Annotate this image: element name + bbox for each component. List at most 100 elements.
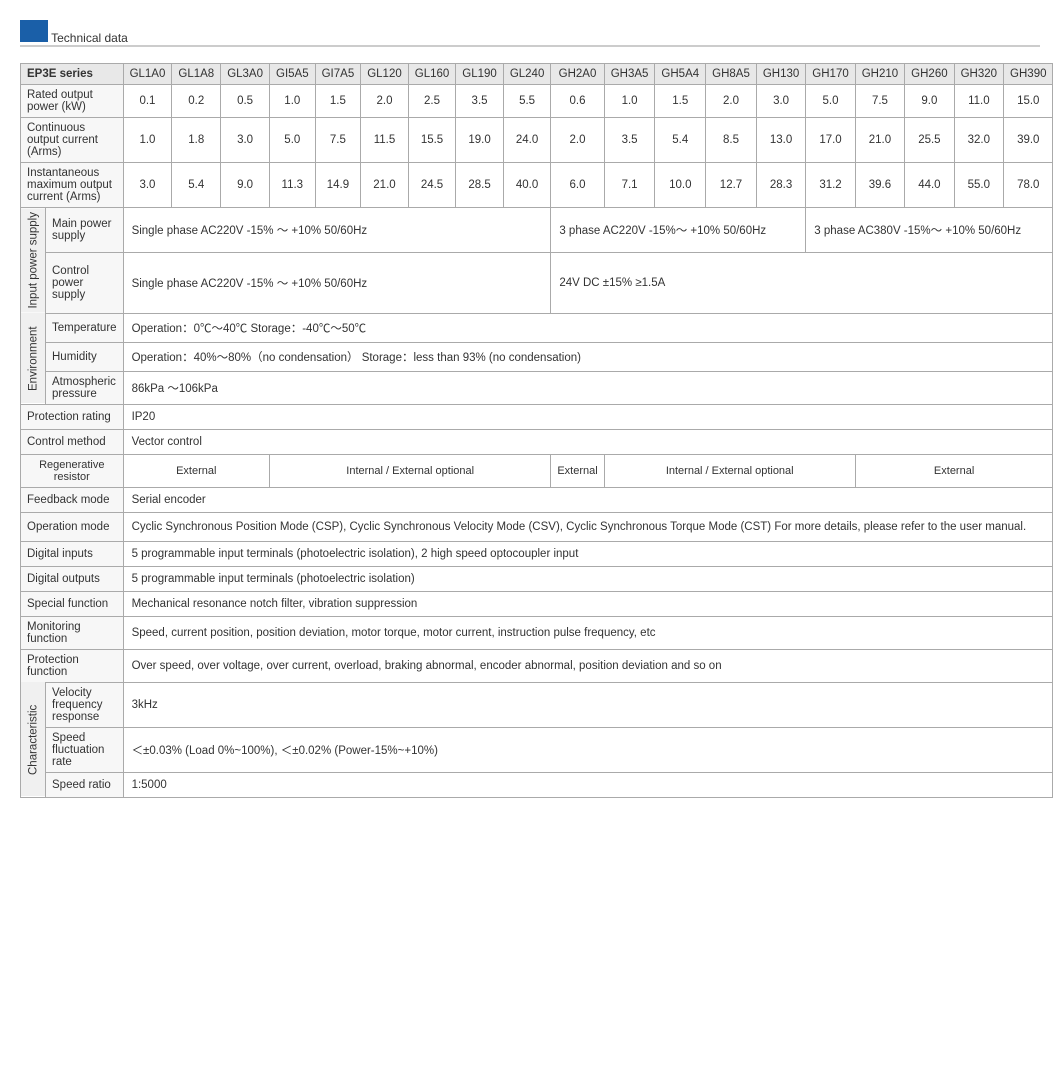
col-GH8A5: GH8A5	[706, 64, 757, 85]
inst-16: 44.0	[905, 163, 954, 208]
col-GH260: GH260	[905, 64, 954, 85]
rated-power-10: 1.0	[604, 85, 655, 118]
regen-internal-external2: Internal / External optional	[604, 454, 855, 487]
regen-external3: External	[855, 454, 1053, 487]
rated-power-9: 0.6	[551, 85, 604, 118]
protection-function-label: Protection function	[21, 649, 124, 682]
rated-power-14: 5.0	[806, 85, 855, 118]
cont-9: 2.0	[551, 118, 604, 163]
rated-power-16: 9.0	[905, 85, 954, 118]
rated-power-0: 0.1	[123, 85, 172, 118]
regen-external2: External	[551, 454, 604, 487]
col-GH3A5: GH3A5	[604, 64, 655, 85]
col-GL120: GL120	[361, 64, 409, 85]
rated-power-8: 5.5	[503, 85, 551, 118]
cont-5: 11.5	[361, 118, 409, 163]
inst-12: 12.7	[706, 163, 757, 208]
col-GH170: GH170	[806, 64, 855, 85]
rated-power-13: 3.0	[756, 85, 805, 118]
inst-14: 31.2	[806, 163, 855, 208]
monitoring-function-value: Speed, current position, position deviat…	[123, 616, 1053, 649]
environment-section: Environment	[21, 313, 46, 404]
col-GH130: GH130	[756, 64, 805, 85]
cont-17: 32.0	[954, 118, 1003, 163]
atmospheric-value: 86kPa ～106kPa	[123, 371, 1053, 404]
rated-power-2: 0.5	[221, 85, 270, 118]
cont-13: 13.0	[756, 118, 805, 163]
cont-12: 8.5	[706, 118, 757, 163]
rated-power-label: Rated output power (kW)	[21, 85, 124, 118]
col-GL1A0: GL1A0	[123, 64, 172, 85]
characteristic-section: Characteristic	[21, 682, 46, 797]
operation-mode-value: Cyclic Synchronous Position Mode (CSP), …	[123, 512, 1053, 541]
rated-power-6: 2.5	[408, 85, 456, 118]
rated-power-7: 3.5	[456, 85, 504, 118]
operation-mode-label: Operation mode	[21, 512, 124, 541]
col-GI7A5: GI7A5	[315, 64, 361, 85]
inst-5: 21.0	[361, 163, 409, 208]
inst-18: 78.0	[1004, 163, 1053, 208]
atmospheric-label: Atmospheric pressure	[46, 371, 124, 404]
humidity-value: Operation：40%～80%（no condensation） Stora…	[123, 342, 1053, 371]
inst-8: 40.0	[503, 163, 551, 208]
control-power-col2: 24V DC ±15% ≥1.5A	[551, 252, 1053, 313]
special-function-value: Mechanical resonance notch filter, vibra…	[123, 591, 1053, 616]
instantaneous-label: Instantaneous maximum output current (Ar…	[21, 163, 124, 208]
cont-11: 5.4	[655, 118, 706, 163]
protection-rating-label: Protection rating	[21, 404, 124, 429]
control-power-supply-label: Control power supply	[46, 252, 124, 313]
col-GL190: GL190	[456, 64, 504, 85]
inst-1: 5.4	[172, 163, 221, 208]
speed-fluct-value: ＜±0.03% (Load 0%~100%), ＜±0.02% (Power-1…	[123, 727, 1053, 772]
control-power-col1: Single phase AC220V -15% ～ +10% 50/60Hz	[123, 252, 551, 313]
rated-power-4: 1.5	[315, 85, 361, 118]
col-GL1A8: GL1A8	[172, 64, 221, 85]
digital-outputs-label: Digital outputs	[21, 566, 124, 591]
cont-18: 39.0	[1004, 118, 1053, 163]
inst-7: 28.5	[456, 163, 504, 208]
cont-8: 24.0	[503, 118, 551, 163]
temperature-label: Temperature	[46, 313, 124, 342]
main-power-supply-label: Main power supply	[46, 208, 124, 253]
humidity-label: Humidity	[46, 342, 124, 371]
cont-16: 25.5	[905, 118, 954, 163]
rated-power-17: 11.0	[954, 85, 1003, 118]
inst-6: 24.5	[408, 163, 456, 208]
rated-power-5: 2.0	[361, 85, 409, 118]
cont-0: 1.0	[123, 118, 172, 163]
col-GH390: GH390	[1004, 64, 1053, 85]
inst-17: 55.0	[954, 163, 1003, 208]
page-title: Technical data	[20, 20, 1040, 45]
main-power-col1: Single phase AC220V -15% ～ +10% 50/60Hz	[123, 208, 551, 253]
velocity-freq-label: Velocity frequency response	[46, 682, 124, 727]
rated-power-15: 7.5	[855, 85, 904, 118]
control-method-value: Vector control	[123, 429, 1053, 454]
regen-resistor-label: Regenerative resistor	[21, 454, 124, 487]
rated-power-12: 2.0	[706, 85, 757, 118]
col-GH320: GH320	[954, 64, 1003, 85]
rated-power-1: 0.2	[172, 85, 221, 118]
rated-power-18: 15.0	[1004, 85, 1053, 118]
monitoring-function-label: Monitoring function	[21, 616, 124, 649]
cont-14: 17.0	[806, 118, 855, 163]
continuous-current-label: Continuous output current (Arms)	[21, 118, 124, 163]
regen-external1: External	[123, 454, 269, 487]
feedback-mode-value: Serial encoder	[123, 487, 1053, 512]
protection-function-value: Over speed, over voltage, over current, …	[123, 649, 1053, 682]
inst-0: 3.0	[123, 163, 172, 208]
inst-13: 28.3	[756, 163, 805, 208]
rated-power-11: 1.5	[655, 85, 706, 118]
protection-rating-value: IP20	[123, 404, 1053, 429]
inst-3: 11.3	[270, 163, 316, 208]
special-function-label: Special function	[21, 591, 124, 616]
col-GL3A0: GL3A0	[221, 64, 270, 85]
speed-ratio-label: Speed ratio	[46, 772, 124, 797]
digital-inputs-value: 5 programmable input terminals (photoele…	[123, 541, 1053, 566]
inst-9: 6.0	[551, 163, 604, 208]
cont-7: 19.0	[456, 118, 504, 163]
rated-power-3: 1.0	[270, 85, 316, 118]
main-power-col3: 3 phase AC380V -15%～ +10% 50/60Hz	[806, 208, 1053, 253]
speed-fluct-label: Speed fluctuation rate	[46, 727, 124, 772]
cont-2: 3.0	[221, 118, 270, 163]
col-GH210: GH210	[855, 64, 904, 85]
